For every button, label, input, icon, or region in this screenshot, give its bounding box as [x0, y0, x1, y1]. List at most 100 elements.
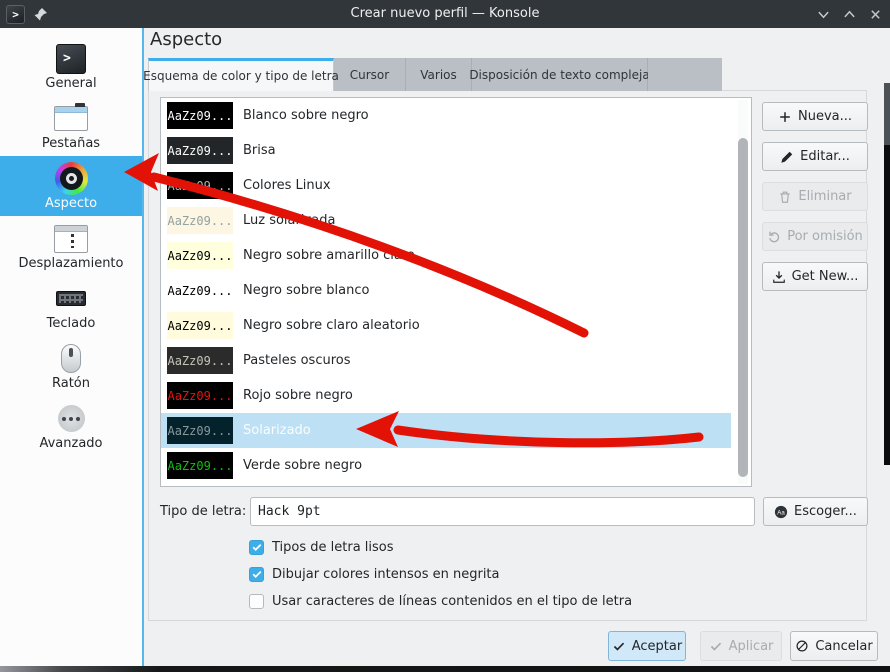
checkbox[interactable]: [249, 594, 264, 609]
checkbox[interactable]: [249, 567, 264, 582]
scheme-preview-swatch: AaZz09...: [167, 102, 233, 129]
sidebar-item-label: Desplazamiento: [0, 256, 142, 271]
scheme-preview-swatch: AaZz09...: [167, 417, 233, 444]
scheme-name: Luz solarizada: [243, 213, 335, 228]
close-button[interactable]: [868, 7, 882, 21]
cancel-icon: [795, 639, 809, 653]
eliminar-button[interactable]: Eliminar: [762, 182, 868, 211]
scheme-preview-swatch: AaZz09...: [167, 242, 233, 269]
tabbar-filler: [648, 58, 722, 91]
download-icon: [772, 270, 786, 284]
konsole-app-icon: [6, 5, 25, 24]
scheme-preview-swatch: AaZz09...: [167, 452, 233, 479]
scheme-row-negro-sobre-blanco[interactable]: AaZz09... Negro sobre blanco: [161, 273, 731, 308]
checkbox-row-dibujar-colores-intensos[interactable]: Dibujar colores intensos en negrita: [249, 566, 500, 582]
check-icon: [709, 639, 723, 653]
mouse-icon: [61, 344, 81, 373]
sidebar-item-pestanas[interactable]: Pestañas: [0, 96, 142, 156]
checkbox[interactable]: [249, 540, 264, 555]
button-label: Eliminar: [798, 189, 851, 204]
window-title: Crear nuevo perfil — Konsole: [0, 0, 890, 28]
sidebar: General Pestañas Aspecto Desplazamiento …: [0, 28, 142, 666]
sidebar-item-desplazamiento[interactable]: Desplazamiento: [0, 216, 142, 276]
bottom-panel-strip: [0, 666, 890, 672]
scheme-row-colores-linux[interactable]: AaZz09... Colores Linux: [161, 168, 731, 203]
choose-font-button[interactable]: Aa Escoger...: [763, 497, 868, 526]
scheme-name: Pasteles oscuros: [243, 353, 351, 368]
scheme-preview-swatch: AaZz09...: [167, 312, 233, 339]
button-label: Aceptar: [632, 639, 682, 654]
por-omision-button[interactable]: Por omisión: [762, 222, 868, 251]
font-input[interactable]: Hack 9pt: [250, 497, 755, 526]
undo-icon: [767, 230, 781, 244]
tab-varios[interactable]: Varios: [406, 58, 472, 91]
tabs-window-icon: [54, 106, 88, 131]
dialog-window: Crear nuevo perfil — Konsole: [0, 0, 890, 672]
scheme-row-rojo-sobre-negro[interactable]: AaZz09... Rojo sobre negro: [161, 378, 731, 413]
scheme-row-pasteles-oscuros[interactable]: AaZz09... Pasteles oscuros: [161, 343, 731, 378]
aa-badge-icon: Aa: [774, 505, 788, 519]
scheme-preview-swatch: AaZz09...: [167, 277, 233, 304]
scheme-name: Brisa: [243, 143, 276, 158]
sidebar-item-label: Ratón: [0, 376, 142, 391]
scrollbar-thumb[interactable]: [738, 138, 748, 477]
pin-icon[interactable]: [34, 7, 48, 21]
minimize-button[interactable]: [816, 7, 830, 21]
sidebar-item-general[interactable]: General: [0, 36, 142, 96]
keyboard-icon: [56, 291, 86, 306]
sidebar-item-teclado[interactable]: Teclado: [0, 276, 142, 336]
sidebar-item-avanzado[interactable]: Avanzado: [0, 396, 142, 456]
button-label: Editar...: [800, 149, 850, 164]
cancelar-button[interactable]: Cancelar: [790, 631, 878, 661]
get-new-button[interactable]: Get New...: [762, 262, 868, 291]
sidebar-item-label: Pestañas: [0, 136, 142, 151]
tab-esquema-de-color-y-tipo-de-letra[interactable]: Esquema de color y tipo de letra: [148, 58, 334, 91]
sidebar-item-raton[interactable]: Ratón: [0, 336, 142, 396]
tab-disposicion-de-texto-compleja[interactable]: Disposición de texto compleja: [472, 58, 648, 91]
aplicar-button[interactable]: Aplicar: [700, 631, 782, 661]
maximize-button[interactable]: [842, 7, 856, 21]
scheme-row-negro-sobre-claro-aleatorio[interactable]: AaZz09... Negro sobre claro aleatorio: [161, 308, 731, 343]
checkbox-row-usar-caracteres-de[interactable]: Usar caracteres de líneas contenidos en …: [249, 593, 632, 609]
scheme-preview-swatch: AaZz09...: [167, 137, 233, 164]
scheme-name: Negro sobre blanco: [243, 283, 369, 298]
choose-font-label: Escoger...: [794, 504, 857, 519]
editar-button[interactable]: Editar...: [762, 142, 868, 171]
ellipsis-circle-icon: [58, 405, 85, 432]
button-label: Aplicar: [729, 639, 774, 654]
background-edge-strip: [884, 83, 890, 465]
color-scheme-list[interactable]: AaZz09... Blanco sobre negro AaZz09... B…: [160, 97, 752, 487]
plus-icon: [778, 110, 792, 124]
scheme-row-verde-sobre-negro[interactable]: AaZz09... Verde sobre negro: [161, 448, 731, 483]
sidebar-item-aspecto[interactable]: Aspecto: [0, 156, 142, 216]
sidebar-item-label: Aspecto: [0, 196, 142, 211]
button-label: Cancelar: [815, 639, 872, 654]
checkbox-row-tipos-de-letra[interactable]: Tipos de letra lisos: [249, 539, 394, 555]
aceptar-button[interactable]: Aceptar: [608, 631, 686, 661]
trash-icon: [778, 190, 792, 204]
button-label: Nueva...: [798, 109, 852, 124]
nueva-button[interactable]: Nueva...: [762, 102, 868, 131]
sidebar-separator: [142, 28, 144, 666]
scheme-row-blanco-sobre-negro[interactable]: AaZz09... Blanco sobre negro: [161, 98, 731, 133]
scheme-row-negro-sobre-amarillo-claro[interactable]: AaZz09... Negro sobre amarillo claro: [161, 238, 731, 273]
button-label: Por omisión: [787, 229, 863, 244]
chevron-down-icon: [817, 8, 830, 21]
close-icon: [869, 8, 882, 21]
scrollbar[interactable]: [738, 100, 748, 484]
scrollbar-window-icon: [54, 225, 88, 253]
scheme-name: Negro sobre claro aleatorio: [243, 318, 420, 333]
color-wheel-icon: [55, 162, 88, 195]
chevron-up-icon: [843, 8, 856, 21]
svg-text:Aa: Aa: [777, 509, 785, 516]
titlebar[interactable]: Crear nuevo perfil — Konsole: [0, 0, 890, 28]
scheme-name: Rojo sobre negro: [243, 388, 353, 403]
sidebar-item-label: Avanzado: [0, 436, 142, 451]
terminal-icon: [56, 44, 86, 74]
scheme-name: Colores Linux: [243, 178, 331, 193]
tab-cursor[interactable]: Cursor: [334, 58, 406, 91]
check-icon: [612, 639, 626, 653]
scheme-row-solarizado[interactable]: AaZz09... Solarizado: [161, 413, 731, 448]
scheme-row-luz-solarizada[interactable]: AaZz09... Luz solarizada: [161, 203, 731, 238]
scheme-row-brisa[interactable]: AaZz09... Brisa: [161, 133, 731, 168]
